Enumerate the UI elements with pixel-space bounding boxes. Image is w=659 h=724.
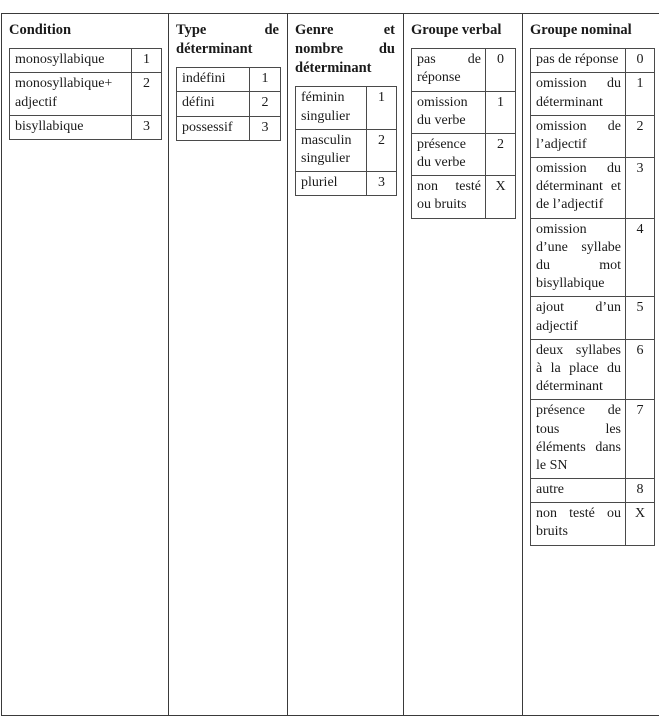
list-item: possessif 3: [176, 115, 281, 141]
option-label: ajout d’un adjectif: [530, 296, 626, 340]
option-code: X: [625, 502, 655, 546]
inner-table-wrapper-condition: monosyllabique 1 monosyllabique+ adjecti…: [2, 48, 168, 140]
list-item: pas de réponse 0: [411, 48, 516, 92]
option-label: omission de l’adjectif: [530, 114, 626, 159]
list-item: omission du déterminant 1: [530, 72, 655, 116]
option-code: 2: [131, 72, 162, 116]
list-item: présence de tous les éléments dans le SN…: [530, 399, 655, 480]
option-code: 1: [485, 90, 516, 134]
option-code: 0: [485, 48, 516, 92]
option-label: défini: [176, 91, 250, 117]
table-column-type-determinant: Type de déterminant indéfini 1 défini 2 …: [168, 13, 288, 716]
table-column-groupe-nominal: Groupe nominal pas de réponse 0 omission…: [522, 13, 659, 716]
option-code: X: [485, 175, 516, 219]
column-header-condition: Condition: [9, 22, 72, 38]
inner-table-groupe-nominal: pas de réponse 0 omission du déterminant…: [530, 48, 655, 546]
inner-table-condition: monosyllabique 1 monosyllabique+ adjecti…: [9, 48, 162, 140]
list-item: monosyllabique 1: [9, 48, 162, 74]
option-code: 2: [485, 132, 516, 177]
list-item: ajout d’un adjectif 5: [530, 296, 655, 340]
column-header-groupe-verbal: Groupe verbal: [411, 22, 502, 38]
inner-table-genre-nombre: féminin singulier 1 masculin singulier 2…: [295, 86, 397, 197]
option-label: omission du verbe: [411, 90, 486, 134]
option-label: indéfini: [176, 67, 250, 93]
option-code: 8: [625, 478, 655, 504]
list-item: masculin singulier 2: [295, 128, 397, 173]
option-code: 4: [625, 217, 655, 298]
option-label: non testé ou bruits: [530, 502, 626, 546]
list-item: bisyllabique 3: [9, 114, 162, 140]
inner-table-groupe-verbal: pas de réponse 0 omission du verbe 1 pré…: [411, 48, 516, 219]
table-column-condition: Condition monosyllabique 1 monosyllabiqu…: [1, 13, 169, 716]
option-code: 2: [249, 91, 281, 117]
option-code: 3: [625, 157, 655, 219]
option-label: présence du verbe: [411, 132, 486, 177]
list-item: non testé ou bruits X: [530, 502, 655, 546]
list-item: monosyllabique+ adjectif 2: [9, 72, 162, 116]
list-item: omission du déterminant et de l’adjectif…: [530, 157, 655, 219]
option-label: pas de réponse: [530, 48, 626, 74]
list-item: pluriel 3: [295, 171, 397, 197]
option-label: féminin singulier: [295, 86, 367, 130]
option-label: présence de tous les éléments dans le SN: [530, 399, 626, 480]
inner-table-wrapper-groupe-verbal: pas de réponse 0 omission du verbe 1 pré…: [404, 48, 522, 219]
document-page: Condition monosyllabique 1 monosyllabiqu…: [0, 0, 659, 724]
list-item: omission d’une syllabe du mot bisyllabiq…: [530, 217, 655, 298]
list-item: omission du verbe 1: [411, 90, 516, 134]
option-label: non testé ou bruits: [411, 175, 486, 219]
list-item: indéfini 1: [176, 67, 281, 93]
option-label: monosyllabique+ adjectif: [9, 72, 132, 116]
option-code: 3: [131, 114, 162, 140]
option-code: 5: [625, 296, 655, 340]
option-label: possessif: [176, 115, 250, 141]
option-code: 1: [366, 86, 397, 130]
list-item: défini 2: [176, 91, 281, 117]
option-code: 2: [625, 114, 655, 159]
list-item: deux syllabes à la place du déterminant …: [530, 338, 655, 401]
list-item: omission de l’adjectif 2: [530, 114, 655, 159]
inner-table-type-determinant: indéfini 1 défini 2 possessif 3: [176, 67, 281, 141]
option-code: 3: [366, 171, 397, 197]
option-label: omission d’une syllabe du mot bisyllabiq…: [530, 217, 626, 298]
table-column-genre-nombre: Genre et nombre du déterminant féminin s…: [287, 13, 404, 716]
option-label: pluriel: [295, 171, 367, 197]
option-code: 6: [625, 338, 655, 401]
option-code: 1: [625, 72, 655, 116]
option-label: omission du déterminant et de l’adjectif: [530, 157, 626, 219]
option-label: masculin singulier: [295, 128, 367, 173]
list-item: non testé ou bruits X: [411, 175, 516, 219]
list-item: pas de réponse 0: [530, 48, 655, 74]
list-item: autre 8: [530, 478, 655, 504]
option-label: monosyllabique: [9, 48, 132, 74]
option-label: autre: [530, 478, 626, 504]
option-label: omission du déterminant: [530, 72, 626, 116]
option-code: 1: [249, 67, 281, 93]
inner-table-wrapper-genre-nombre: féminin singulier 1 masculin singulier 2…: [288, 86, 403, 197]
list-item: présence du verbe 2: [411, 132, 516, 177]
column-header-groupe-nominal: Groupe nominal: [530, 22, 632, 38]
table-column-groupe-verbal: Groupe verbal pas de réponse 0 omission …: [403, 13, 523, 716]
table-row: Condition monosyllabique 1 monosyllabiqu…: [1, 13, 659, 716]
coding-scheme-table: Condition monosyllabique 1 monosyllabiqu…: [1, 13, 659, 716]
list-item: féminin singulier 1: [295, 86, 397, 130]
option-code: 1: [131, 48, 162, 74]
option-code: 2: [366, 128, 397, 173]
column-header-type-determinant: Type de déterminant: [176, 22, 279, 58]
option-label: deux syllabes à la place du déterminant: [530, 338, 626, 401]
option-code: 3: [249, 115, 281, 141]
option-code: 7: [625, 399, 655, 480]
inner-table-wrapper-type-determinant: indéfini 1 défini 2 possessif 3: [169, 67, 287, 141]
option-label: bisyllabique: [9, 114, 132, 140]
column-header-genre-nombre: Genre et nombre du déterminant: [295, 22, 395, 77]
inner-table-wrapper-groupe-nominal: pas de réponse 0 omission du déterminant…: [523, 48, 659, 546]
option-label: pas de réponse: [411, 48, 486, 92]
option-code: 0: [625, 48, 655, 74]
